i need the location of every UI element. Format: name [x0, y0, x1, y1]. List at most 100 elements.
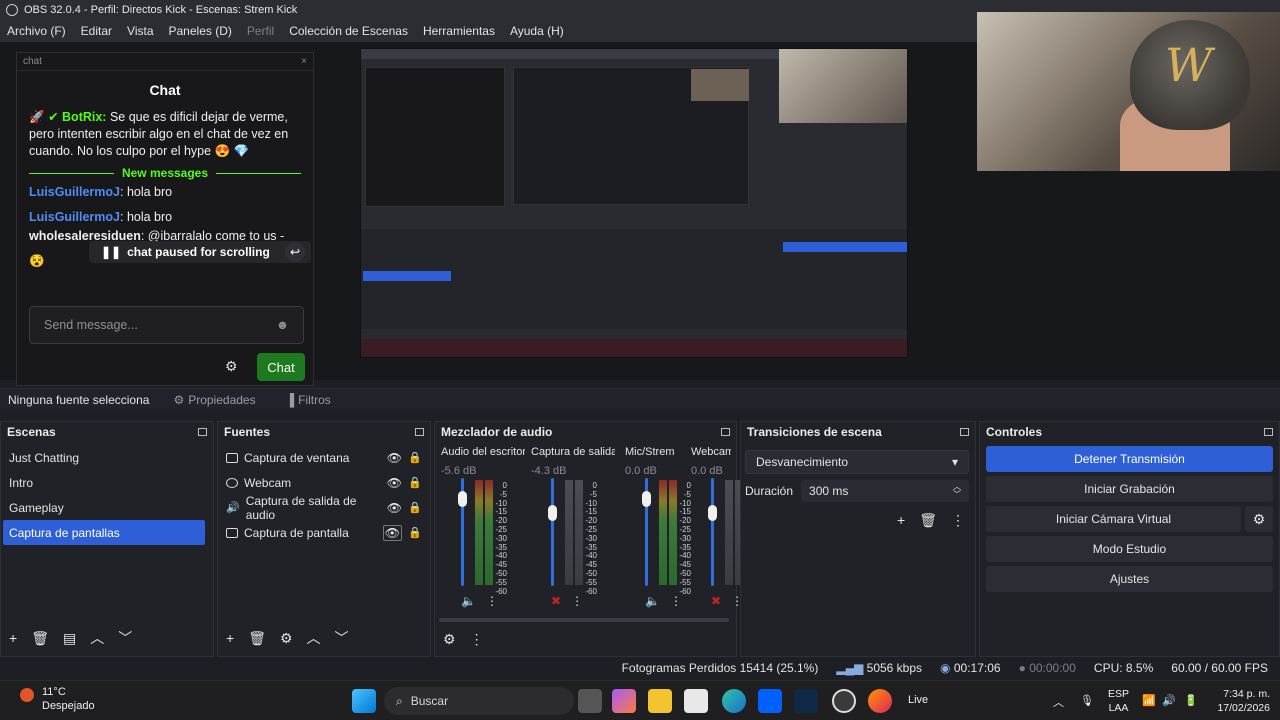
menu-ayuda[interactable]: Ayuda (H)	[510, 24, 564, 38]
eye-icon[interactable]: 👁	[387, 501, 402, 515]
trash-icon[interactable]: 🗑	[31, 630, 49, 647]
file-explorer-icon[interactable]	[648, 689, 672, 713]
volume-slider[interactable]	[711, 478, 714, 586]
battery-icon[interactable]: 🔋	[1184, 694, 1198, 707]
wifi-icon[interactable]: 📶	[1142, 694, 1156, 707]
menu-vista[interactable]: Vista	[127, 24, 153, 38]
obs-taskbar-icon[interactable]	[832, 689, 856, 713]
arrow-down-icon[interactable]: ﹀	[335, 628, 349, 648]
add-icon[interactable]: +	[897, 512, 905, 529]
lock-icon[interactable]: 🔒	[408, 501, 422, 514]
undock-icon[interactable]	[960, 428, 969, 436]
arrow-up-icon[interactable]: ︿	[307, 628, 321, 648]
transition-select[interactable]: Desvanecimiento ▾	[745, 450, 969, 474]
undock-icon[interactable]	[1264, 428, 1273, 436]
trash-icon[interactable]: 🗑	[248, 630, 266, 647]
muted-speaker-icon[interactable]: ✖	[711, 594, 721, 608]
undock-icon[interactable]	[198, 428, 207, 436]
send-message-input[interactable]: Send message... ☻	[29, 306, 304, 344]
source-item[interactable]: Captura de ventana 👁 🔒	[218, 445, 430, 470]
lock-icon[interactable]: 🔒	[408, 451, 422, 464]
mixer-scrollbar[interactable]	[439, 618, 729, 622]
store-icon[interactable]	[684, 689, 708, 713]
task-view-icon[interactable]	[578, 689, 602, 713]
copilot-icon[interactable]	[612, 689, 636, 713]
chat-send-button[interactable]: Chat	[257, 353, 305, 381]
undock-icon[interactable]	[415, 428, 424, 436]
emoji-icon[interactable]: ☻	[276, 318, 289, 332]
menu-herramientas[interactable]: Herramientas	[423, 24, 495, 38]
volume-icon[interactable]: 🔊	[1162, 694, 1176, 707]
spin-icon[interactable]: ︿ ﹀	[953, 483, 961, 499]
menu-archivo[interactable]: Archivo (F)	[7, 24, 66, 38]
start-virtual-camera-button[interactable]: Iniciar Cámara Virtual	[986, 506, 1241, 532]
duration-input[interactable]: 300 ms ︿ ﹀	[801, 480, 969, 502]
taskbar-search[interactable]: ⌕ Buscar	[384, 687, 574, 715]
undock-icon[interactable]	[721, 428, 730, 436]
live-label[interactable]: Live	[908, 694, 928, 706]
muted-speaker-icon[interactable]: ✖	[551, 594, 561, 608]
eye-icon[interactable]: 👁	[387, 451, 402, 465]
windows-start-icon[interactable]	[352, 689, 376, 713]
chat-settings-icon[interactable]: ⚙	[225, 358, 238, 375]
volume-slider-knob[interactable]	[458, 491, 467, 507]
more-icon[interactable]: ⋮	[670, 594, 682, 608]
add-icon[interactable]: +	[9, 630, 17, 646]
source-item[interactable]: Webcam 👁 🔒	[218, 470, 430, 495]
speaker-icon[interactable]: 🔈	[645, 594, 660, 608]
arrow-down-icon[interactable]: ﹀	[118, 628, 132, 648]
chat-username[interactable]: LuisGuillermoJ	[29, 210, 120, 224]
settings-button[interactable]: Ajustes	[986, 566, 1273, 592]
dropped-frames: Fotogramas Perdidos 15414 (25.1%)	[621, 661, 819, 675]
source-item[interactable]: 🔊 Captura de salida de audio 👁 🔒	[218, 494, 430, 522]
mic-icon[interactable]: 🎙	[1080, 694, 1094, 707]
more-icon[interactable]: ⋮	[470, 631, 484, 648]
chat-close-icon[interactable]: ×	[301, 56, 307, 67]
app-icon[interactable]	[794, 689, 818, 713]
filters-button[interactable]: ▐ Filtros	[286, 393, 331, 407]
cap-logo: W	[1165, 38, 1213, 92]
volume-slider-knob[interactable]	[642, 491, 651, 507]
lock-icon[interactable]: 🔒	[408, 526, 422, 539]
scene-item[interactable]: Intro	[1, 470, 213, 495]
studio-mode-button[interactable]: Modo Estudio	[986, 536, 1273, 562]
scene-item[interactable]: Gameplay	[1, 495, 213, 520]
lock-icon[interactable]: 🔒	[408, 476, 422, 489]
volume-slider-knob[interactable]	[708, 504, 717, 521]
menu-paneles[interactable]: Paneles (D)	[169, 24, 232, 38]
virtual-camera-settings-icon[interactable]: ⚙	[1245, 506, 1273, 532]
advanced-audio-icon[interactable]: ⚙	[443, 631, 456, 648]
properties-button[interactable]: ⚙ Propiedades	[173, 393, 255, 407]
edge-icon[interactable]	[722, 689, 746, 713]
source-item[interactable]: Captura de pantalla 👁 🔒	[218, 520, 430, 545]
clock[interactable]: 7:34 p. m. 17/02/2026	[1217, 687, 1270, 715]
more-icon[interactable]: ⋮	[951, 512, 965, 529]
weather-widget[interactable]: 11°C Despejado	[20, 685, 95, 713]
chat-paused-banner[interactable]: ❚❚ chat paused for scrolling	[89, 241, 311, 263]
scene-item-selected[interactable]: Captura de pantallas	[3, 520, 205, 545]
menu-editar[interactable]: Editar	[81, 24, 112, 38]
language-indicator[interactable]: ESP LAA	[1108, 687, 1129, 715]
firefox-icon[interactable]	[868, 689, 892, 713]
more-icon[interactable]: ⋮	[486, 594, 498, 608]
eye-icon[interactable]: 👁	[382, 524, 402, 541]
menu-perfil[interactable]: Perfil	[247, 24, 274, 38]
more-icon[interactable]: ⋮	[571, 594, 583, 608]
resume-scroll-icon[interactable]: ↩	[285, 242, 305, 262]
arrow-up-icon[interactable]: ︿	[90, 628, 104, 648]
filter-icon[interactable]: ▤	[63, 630, 76, 647]
trash-icon[interactable]: 🗑	[919, 512, 937, 529]
chat-username[interactable]: LuisGuillermoJ	[29, 185, 120, 199]
menu-coleccion[interactable]: Colección de Escenas	[289, 24, 408, 38]
dropbox-icon[interactable]	[758, 689, 782, 713]
add-icon[interactable]: +	[226, 630, 234, 646]
start-recording-button[interactable]: Iniciar Grabación	[986, 476, 1273, 502]
tray-chevron-icon[interactable]: ︿	[1053, 694, 1064, 710]
gear-icon[interactable]: ⚙	[280, 630, 293, 647]
scene-item[interactable]: Just Chatting	[1, 445, 213, 470]
volume-slider-knob[interactable]	[548, 504, 557, 521]
volume-slider[interactable]	[551, 478, 554, 586]
speaker-icon[interactable]: 🔈	[461, 594, 476, 608]
eye-icon[interactable]: 👁	[387, 476, 402, 490]
stop-stream-button[interactable]: Detener Transmisión	[986, 446, 1273, 472]
